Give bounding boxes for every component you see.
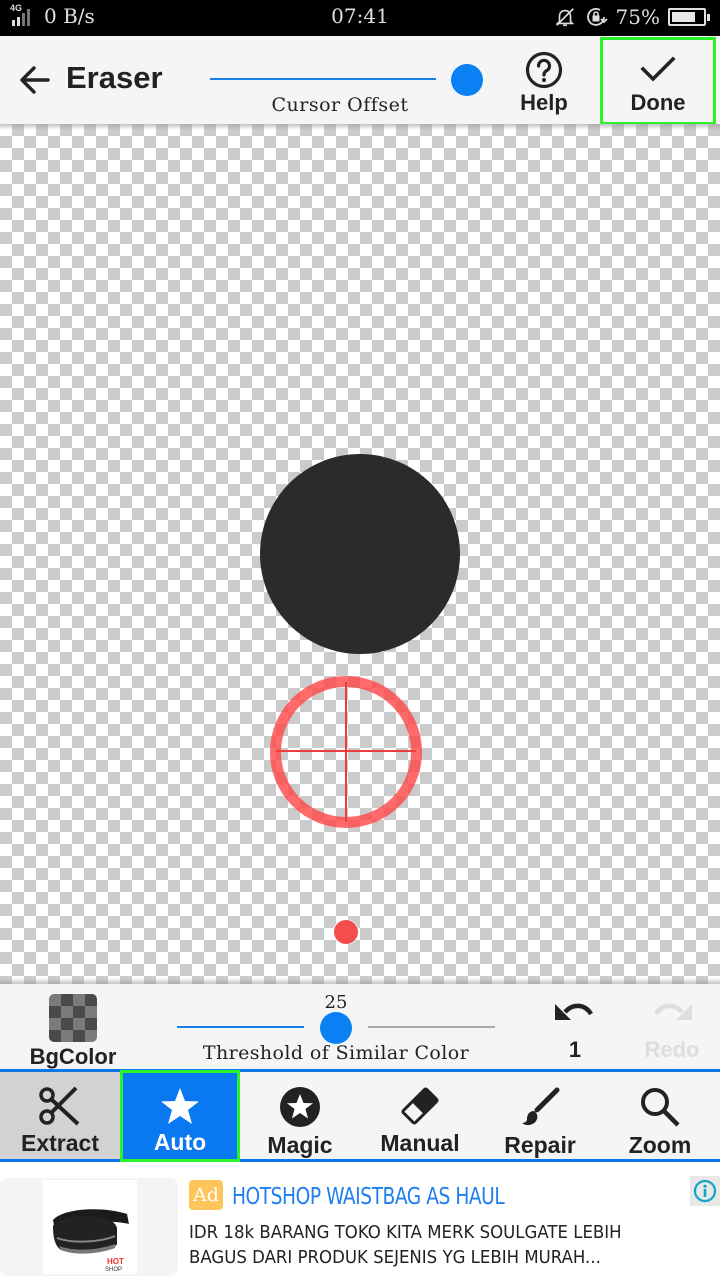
threshold-label: Threshold of Similar Color [202, 1042, 470, 1064]
bgcolor-label: BgColor [29, 1044, 117, 1069]
tab-magic[interactable]: Magic [240, 1072, 360, 1159]
rotation-lock-icon [586, 8, 608, 26]
tab-repair[interactable]: Repair [480, 1072, 600, 1159]
checkerboard-swatch-icon [49, 994, 97, 1042]
options-bar: BgColor 25 Threshold of Similar Color 1 … [0, 984, 720, 1072]
tab-repair-label: Repair [504, 1132, 576, 1158]
scissors-icon [39, 1086, 80, 1126]
threshold-slider-track-empty[interactable] [368, 1026, 495, 1028]
cursor-offset-slider-track[interactable] [210, 78, 436, 80]
redo-button: Redo [634, 998, 710, 1068]
star-icon [161, 1088, 199, 1124]
tab-magic-label: Magic [267, 1132, 333, 1158]
canvas-shadow [0, 124, 720, 130]
bgcolor-button[interactable]: BgColor [20, 992, 126, 1069]
waist-bag-product-image: HOT SHOP [43, 1180, 137, 1274]
tab-manual[interactable]: Manual [360, 1072, 480, 1159]
help-label: Help [520, 90, 568, 115]
svg-text:SHOP: SHOP [105, 1267, 122, 1273]
ad-info-button[interactable] [690, 1176, 720, 1206]
info-icon [693, 1179, 717, 1203]
page-title: Eraser [66, 60, 163, 95]
tab-auto-label: Auto [153, 1129, 207, 1155]
help-button[interactable]: Help [510, 44, 578, 122]
threshold-slider-thumb[interactable] [320, 1012, 352, 1044]
touch-point-handle[interactable] [334, 920, 358, 944]
battery-percent: 75% [615, 5, 660, 29]
tab-extract-label: Extract [21, 1130, 99, 1156]
ad-banner[interactable]: HOT SHOP Ad HOTSHOP WAISTBAG AS HAUL IDR… [0, 1162, 720, 1280]
done-button[interactable]: Done [600, 37, 716, 125]
mode-tab-bar: Extract Auto Magic Manual Repair Zoom [0, 1070, 720, 1162]
redo-icon [654, 1003, 692, 1020]
mute-bell-icon [555, 8, 574, 27]
ad-image-frame[interactable]: HOT SHOP [0, 1178, 178, 1276]
eraser-icon [401, 1087, 439, 1125]
magnifier-icon [641, 1088, 680, 1127]
ad-badge: Ad [189, 1180, 223, 1210]
tab-extract[interactable]: Extract [0, 1072, 120, 1159]
cursor-offset-label: Cursor Offset [271, 94, 409, 116]
threshold-slider-track-filled[interactable] [177, 1026, 304, 1028]
tab-zoom-label: Zoom [628, 1132, 692, 1158]
battery-icon [668, 8, 710, 26]
threshold-value: 25 [324, 992, 348, 1013]
status-bar: 4G 0 B/s 07:41 75% [0, 0, 720, 36]
star-circle-icon [280, 1087, 320, 1127]
cursor-crosshair-vertical [345, 682, 347, 822]
done-label: Done [630, 90, 686, 115]
tab-zoom[interactable]: Zoom [600, 1072, 720, 1159]
svg-text:HOT: HOT [107, 1257, 124, 1266]
cursor-offset-slider-thumb[interactable] [451, 64, 483, 96]
undo-count: 1 [568, 1037, 582, 1062]
image-canvas[interactable] [0, 124, 720, 984]
tab-auto[interactable]: Auto [120, 1070, 240, 1162]
ad-body-text: IDR 18k BARANG TOKO KITA MERK SOULGATE L… [189, 1222, 622, 1268]
back-button[interactable] [14, 60, 54, 100]
top-toolbar: Eraser Cursor Offset Help Done [0, 36, 720, 125]
undo-button[interactable]: 1 [540, 998, 610, 1068]
brush-icon [522, 1087, 560, 1126]
undo-icon [555, 1003, 593, 1020]
arrow-left-icon [20, 66, 50, 94]
check-icon [640, 56, 676, 82]
image-subject-circle [260, 454, 460, 654]
tab-manual-label: Manual [380, 1130, 460, 1156]
redo-label: Redo [644, 1037, 700, 1062]
ad-title[interactable]: HOTSHOP WAISTBAG AS HAUL [232, 1184, 505, 1210]
help-circle-icon [525, 51, 563, 89]
